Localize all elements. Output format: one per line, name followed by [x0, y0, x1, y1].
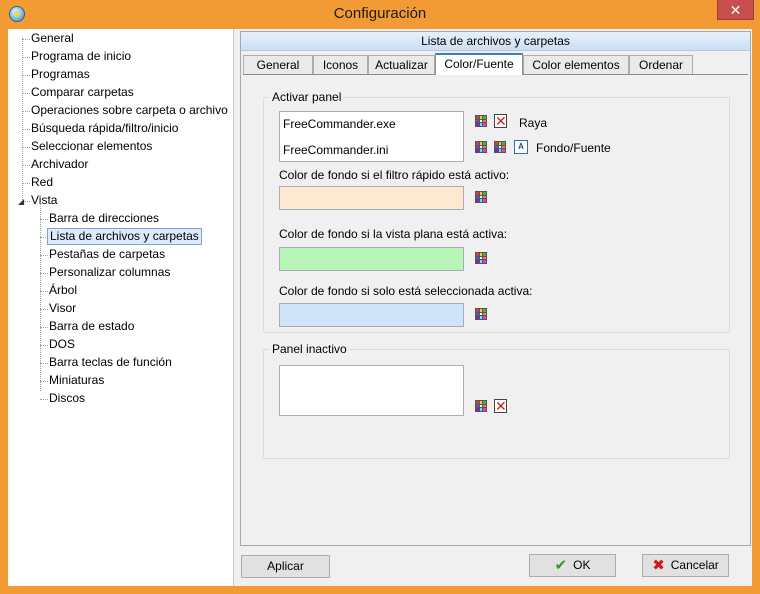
color-grid-icon[interactable] — [475, 115, 487, 127]
tab-3[interactable]: Color/Fuente — [435, 53, 523, 75]
cancel-label: Cancelar — [670, 558, 719, 572]
list-item[interactable]: FreeCommander.ini — [283, 142, 388, 158]
font-label: Fondo/Fuente — [536, 141, 611, 155]
tree-item[interactable]: Árbol — [47, 282, 79, 299]
dialog-client: General Programa de inicio Programas Compar… — [8, 29, 752, 586]
tree-item[interactable]: Pestañas de carpetas — [47, 246, 167, 263]
tree-item[interactable]: Discos — [47, 390, 87, 407]
flat-view-label: Color de fondo si la vista plana está ac… — [279, 227, 508, 241]
active-panel-group: Activar panel FreeCommander.exe FreeComm… — [263, 90, 730, 333]
cross-icon: ✖ — [652, 557, 665, 574]
tree-item[interactable]: Programa de inicio — [29, 48, 133, 65]
collapse-icon[interactable]: ◢ — [18, 197, 24, 206]
raya-label: Raya — [519, 116, 548, 130]
tab-5[interactable]: Ordenar — [629, 55, 693, 75]
tree-item[interactable]: Miniaturas — [47, 372, 106, 389]
tree-item[interactable]: Barra de estado — [47, 318, 136, 335]
list-item[interactable]: FreeCommander.exe — [283, 116, 396, 132]
ok-label: OK — [573, 558, 591, 572]
quick-filter-color-swatch[interactable] — [279, 186, 464, 210]
tab-strip: General Iconos Actualizar Color/Fuente Color… — [243, 53, 748, 75]
tree-item[interactable]: Operaciones sobre carpeta o archivo — [29, 102, 230, 119]
inactive-panel-title: Panel inactivo — [270, 342, 349, 356]
tree-item[interactable]: Visor — [47, 300, 78, 317]
color-grid-icon[interactable] — [475, 191, 487, 203]
color-grid-icon[interactable] — [475, 141, 487, 153]
tree-item[interactable]: Barra teclas de función — [47, 354, 174, 371]
tree-line — [22, 38, 23, 200]
config-window: Configuración ✕ General Programa de inici… — [0, 0, 760, 594]
settings-panel: Lista de archivos y carpetas General Icon… — [240, 31, 751, 546]
flat-view-color-swatch[interactable] — [279, 247, 464, 271]
tree-item[interactable]: Red — [29, 174, 55, 191]
cancel-button[interactable]: ✖ Cancelar — [642, 554, 729, 577]
window-title: Configuración — [333, 5, 427, 22]
tab-2[interactable]: Actualizar — [368, 55, 435, 75]
color-grid-icon[interactable] — [475, 252, 487, 264]
inactive-panel-group: Panel inactivo ✕ — [263, 342, 730, 459]
check-icon: ✔ — [554, 557, 568, 574]
font-icon[interactable]: A — [514, 140, 528, 154]
tree-item[interactable]: Seleccionar elementos — [29, 138, 154, 155]
inactive-panel-listbox[interactable] — [279, 365, 464, 416]
title-bar[interactable]: Configuración ✕ — [0, 0, 760, 29]
tree-item[interactable]: Búsqueda rápida/filtro/inicio — [29, 120, 180, 137]
active-panel-listbox[interactable]: FreeCommander.exe FreeCommander.ini — [279, 111, 464, 162]
panel-header: Lista de archivos y carpetas — [241, 32, 750, 51]
tree-item[interactable]: General — [29, 30, 76, 47]
tree-item[interactable]: Archivador — [29, 156, 90, 173]
ok-button[interactable]: ✔ OK — [529, 554, 616, 577]
settings-tree[interactable]: General Programa de inicio Programas Compar… — [8, 29, 234, 586]
tree-item[interactable]: Barra de direcciones — [47, 210, 161, 227]
tree-item-selected[interactable]: Lista de archivos y carpetas — [47, 228, 202, 245]
color-grid-icon[interactable] — [494, 141, 506, 153]
close-icon: ✕ — [729, 2, 742, 18]
color-grid-icon[interactable] — [475, 400, 487, 412]
tree-item[interactable]: Comparar carpetas — [29, 84, 136, 101]
tree-item[interactable]: Personalizar columnas — [47, 264, 172, 281]
remove-color-icon[interactable]: ✕ — [494, 114, 507, 128]
tab-content: Activar panel FreeCommander.exe FreeComm… — [243, 74, 748, 543]
apply-button[interactable]: Aplicar — [241, 555, 330, 578]
active-panel-title: Activar panel — [270, 90, 344, 104]
tab-0[interactable]: General — [243, 55, 313, 75]
only-selected-color-swatch[interactable] — [279, 303, 464, 327]
tab-4[interactable]: Color elementos — [523, 55, 629, 75]
close-button[interactable]: ✕ — [717, 0, 754, 20]
remove-color-icon[interactable]: ✕ — [494, 399, 507, 413]
tree-item[interactable]: DOS — [47, 336, 77, 353]
tab-1[interactable]: Iconos — [313, 55, 368, 75]
tree-item[interactable]: Programas — [29, 66, 92, 83]
apply-label: Aplicar — [267, 559, 304, 573]
quick-filter-label: Color de fondo si el filtro rápido está … — [279, 168, 510, 182]
color-grid-icon[interactable] — [475, 308, 487, 320]
tree-item[interactable]: Vista — [29, 192, 59, 209]
only-selected-label: Color de fondo si solo está seleccionada… — [279, 284, 533, 298]
